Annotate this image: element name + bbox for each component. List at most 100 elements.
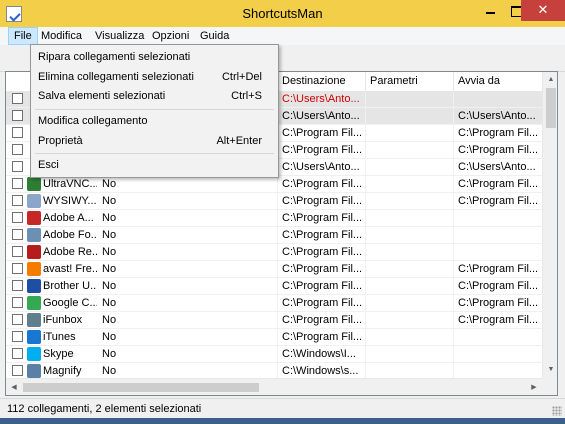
- scroll-left-icon[interactable]: ◀: [6, 379, 22, 395]
- table-row[interactable]: iFunbox No C:\Program Fil... C:\Program Fil…: [6, 312, 546, 329]
- scroll-down-icon[interactable]: ▼: [543, 362, 557, 378]
- status-bar: 112 collegamenti, 2 elementi selezionati: [0, 398, 565, 418]
- table-row[interactable]: Adobe A... No C:\Program Fil...: [6, 210, 546, 227]
- cell-broken: No: [98, 346, 278, 362]
- cell-destination: C:\Program Fil...: [278, 210, 366, 226]
- wysiwyg-icon: [27, 194, 41, 208]
- cell-destination: C:\Program Fil...: [278, 278, 366, 294]
- cell-start-in: C:\Program Fil...: [454, 295, 546, 311]
- cell-start-in: [454, 346, 546, 362]
- table-row[interactable]: WYSIWY... No C:\Program Fil... C:\Program F…: [6, 193, 546, 210]
- app-window: ShortcutsMan ✕ File Modifica Visualizza …: [0, 0, 565, 424]
- table-row[interactable]: iTunes No C:\Program Fil...: [6, 329, 546, 346]
- menu-guida[interactable]: Guida: [195, 27, 234, 45]
- vertical-scrollbar[interactable]: ▲ ▼: [542, 72, 557, 378]
- row-checkbox[interactable]: [12, 144, 23, 155]
- title-bar[interactable]: ShortcutsMan ✕: [0, 0, 565, 28]
- menu-item-edit-shortcut[interactable]: Modifica collegamento: [31, 111, 278, 131]
- cell-destination: C:\Program Fil...: [278, 125, 366, 141]
- table-row[interactable]: Google C... No C:\Program Fil... C:\Program…: [6, 295, 546, 312]
- cell-broken: No: [98, 244, 278, 260]
- column-header-destination[interactable]: Destinazione: [278, 72, 366, 91]
- column-header-start-in[interactable]: Avvia da: [454, 72, 546, 91]
- cell-params: [366, 108, 454, 124]
- cell-start-in: [454, 227, 546, 243]
- row-checkbox[interactable]: [12, 331, 23, 342]
- vertical-scroll-thumb[interactable]: [546, 88, 556, 128]
- adobe-acrobat-icon: [27, 211, 41, 225]
- cell-params: [366, 346, 454, 362]
- row-checkbox[interactable]: [12, 280, 23, 291]
- row-checkbox[interactable]: [12, 127, 23, 138]
- horizontal-scroll-thumb[interactable]: [23, 383, 259, 392]
- cell-broken: No: [98, 261, 278, 277]
- cell-destination: C:\Users\Anto...: [278, 91, 366, 107]
- table-row[interactable]: Brother U... No C:\Program Fil... C:\Progra…: [6, 278, 546, 295]
- cell-start-in: [454, 91, 546, 107]
- cell-params: [366, 329, 454, 345]
- column-header-parameters[interactable]: Parametri: [366, 72, 454, 91]
- cell-destination: C:\Program Fil...: [278, 176, 366, 192]
- row-checkbox[interactable]: [12, 93, 23, 104]
- menu-item-delete-selected[interactable]: Elimina collegamenti selezionati Ctrl+De…: [31, 67, 278, 87]
- minimize-button[interactable]: [478, 0, 504, 21]
- row-checkbox[interactable]: [12, 212, 23, 223]
- row-checkbox[interactable]: [12, 161, 23, 172]
- row-checkbox[interactable]: [12, 348, 23, 359]
- table-row[interactable]: Adobe Fo... No C:\Program Fil...: [6, 227, 546, 244]
- cell-broken: No: [98, 363, 278, 379]
- row-checkbox[interactable]: [12, 110, 23, 121]
- menu-item-label: Ripara collegamenti selezionati: [38, 51, 191, 63]
- scroll-right-icon[interactable]: ▶: [526, 379, 542, 395]
- menu-item-repair-selected[interactable]: Ripara collegamenti selezionati: [31, 47, 278, 67]
- menu-item-exit[interactable]: Esci: [31, 155, 278, 175]
- adobe-reader-icon: [27, 245, 41, 259]
- ifunbox-icon: [27, 313, 41, 327]
- menu-item-shortcut: Ctrl+S: [231, 90, 262, 102]
- shortcut-name: WYSIWY...: [43, 195, 97, 207]
- row-checkbox[interactable]: [12, 178, 23, 189]
- adobe-forms-icon: [27, 228, 41, 242]
- menu-file[interactable]: File: [8, 27, 38, 45]
- row-checkbox[interactable]: [12, 246, 23, 257]
- minimize-icon: [486, 12, 495, 14]
- resize-grip-icon[interactable]: [552, 406, 562, 416]
- menu-item-shortcut: Alt+Enter: [216, 135, 262, 147]
- menu-modifica[interactable]: Modifica: [36, 27, 87, 45]
- ultravnc-icon: [27, 177, 41, 191]
- row-checkbox[interactable]: [12, 314, 23, 325]
- cell-start-in: [454, 210, 546, 226]
- horizontal-scrollbar[interactable]: ◀ ▶: [6, 378, 542, 395]
- cell-params: [366, 91, 454, 107]
- cell-params: [366, 261, 454, 277]
- table-row[interactable]: UltraVNC... No C:\Program Fil... C:\Program…: [6, 176, 546, 193]
- table-row[interactable]: Adobe Re... No C:\Program Fil...: [6, 244, 546, 261]
- table-row[interactable]: Skype No C:\Windows\I...: [6, 346, 546, 363]
- cell-params: [366, 210, 454, 226]
- menu-item-save-selected[interactable]: Salva elementi selezionati Ctrl+S: [31, 86, 278, 106]
- scroll-up-icon[interactable]: ▲: [543, 72, 557, 88]
- shortcut-name: Google C...: [43, 297, 97, 309]
- skype-icon: [27, 347, 41, 361]
- row-checkbox[interactable]: [12, 229, 23, 240]
- cell-destination: C:\Program Fil...: [278, 261, 366, 277]
- menu-opzioni[interactable]: Opzioni: [147, 27, 194, 45]
- row-checkbox[interactable]: [12, 263, 23, 274]
- shortcut-name: Brother U...: [43, 280, 97, 292]
- cell-broken: No: [98, 278, 278, 294]
- menu-item-properties[interactable]: Proprietà Alt+Enter: [31, 131, 278, 151]
- menu-visualizza[interactable]: Visualizza: [90, 27, 149, 45]
- cell-params: [366, 193, 454, 209]
- table-row[interactable]: avast! Fre... No C:\Program Fil... C:\Progr…: [6, 261, 546, 278]
- row-checkbox[interactable]: [12, 297, 23, 308]
- cell-broken: No: [98, 329, 278, 345]
- close-button[interactable]: ✕: [521, 0, 565, 21]
- row-checkbox[interactable]: [12, 195, 23, 206]
- cell-destination: C:\Program Fil...: [278, 329, 366, 345]
- row-checkbox[interactable]: [12, 365, 23, 376]
- brother-icon: [27, 279, 41, 293]
- cell-start-in: [454, 363, 546, 379]
- cell-broken: No: [98, 227, 278, 243]
- shortcut-name: iTunes: [43, 331, 76, 343]
- cell-params: [366, 244, 454, 260]
